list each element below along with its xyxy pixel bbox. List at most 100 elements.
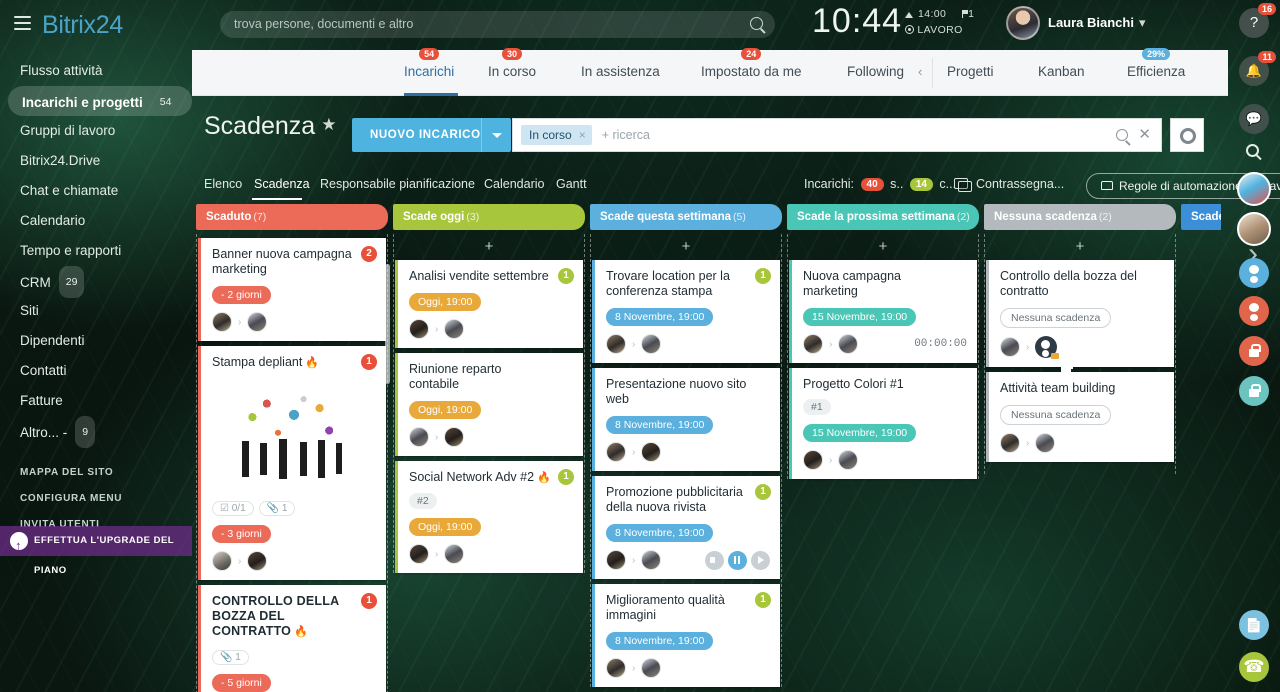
tab-incarichi[interactable]: Incarichi 54 xyxy=(404,48,454,79)
favorite-star-icon[interactable]: ★ xyxy=(321,115,336,134)
sidebar-item-11[interactable]: Fatture xyxy=(0,386,192,416)
task-card[interactable]: Nuova campagna marketing 15 Novembre, 19:… xyxy=(789,260,977,363)
kanban-column-partial[interactable]: Scade xyxy=(1181,204,1221,230)
task-creator-avatar[interactable] xyxy=(409,544,429,564)
task-creator-avatar[interactable] xyxy=(409,427,429,447)
task-card[interactable]: CONTROLLO DELLA BOZZA DEL CONTRATTO 🔥 1 📎 … xyxy=(198,585,386,692)
stop-timer-icon[interactable] xyxy=(705,550,724,570)
rail-lock-icon-teal[interactable] xyxy=(1239,376,1269,406)
view-gantt[interactable]: Gantt xyxy=(556,177,587,191)
task-creator-avatar[interactable] xyxy=(606,442,626,462)
settings-button[interactable] xyxy=(1170,118,1204,152)
upgrade-plan-button[interactable]: EFFETTUA L'UPGRADE DEL PIANO xyxy=(0,526,192,576)
rail-feedback-icon[interactable]: 📄 xyxy=(1239,610,1269,640)
global-search-input[interactable]: trova persone, documenti e altro xyxy=(220,11,775,38)
task-creator-avatar[interactable] xyxy=(1000,433,1020,453)
task-assignee-avatar[interactable] xyxy=(641,442,662,462)
filter-search-icon[interactable] xyxy=(1116,129,1129,141)
tab-impostato-da-me[interactable]: Impostato da me 24 xyxy=(701,48,802,79)
sidebar-item-7[interactable]: CRM 29 xyxy=(0,266,192,298)
sidebar-item-1[interactable]: Incarichi e progetti 54 xyxy=(8,86,193,116)
task-card[interactable]: Miglioramento qualità immagini 1 8 Novembr… xyxy=(592,584,780,687)
new-task-button[interactable]: NUOVO INCARICO xyxy=(352,118,499,152)
pause-timer-icon[interactable] xyxy=(728,550,747,570)
view-scadenza[interactable]: Scadenza xyxy=(254,177,310,191)
task-creator-avatar[interactable] xyxy=(1000,337,1020,357)
task-card[interactable]: Riunione reparto contabile Oggi, 19:00 › xyxy=(395,353,583,456)
kanban-column-header[interactable]: Scade la prossima settimana (2) xyxy=(787,204,979,230)
filter-search-placeholder[interactable]: + ricerca xyxy=(602,128,650,142)
task-assignee-avatar[interactable] xyxy=(444,319,465,339)
view-responsabile-pianificazione[interactable]: Responsabile pianificazione xyxy=(320,177,475,191)
filter-chip-in-corso[interactable]: In corso × xyxy=(521,125,592,145)
sidebar-link-1[interactable]: CONFIGURA MENU xyxy=(0,486,192,512)
tab-in-assistenza[interactable]: In assistenza xyxy=(581,64,660,79)
add-card-button[interactable]: + xyxy=(788,238,978,260)
rail-avatar-2[interactable] xyxy=(1237,212,1271,246)
task-assignee-avatar[interactable] xyxy=(1035,433,1056,453)
tab-in-corso[interactable]: In corso 30 xyxy=(488,48,536,79)
sidebar-item-2[interactable]: Gruppi di lavoro xyxy=(0,116,192,146)
flag-stack-icon[interactable] xyxy=(954,178,972,192)
flag-filter-label[interactable]: Contrassegna... xyxy=(976,177,1064,191)
task-assignee-avatar[interactable] xyxy=(641,334,662,354)
kanban-column-header[interactable]: Scade oggi (3) xyxy=(393,204,585,230)
add-card-button[interactable]: + xyxy=(985,238,1175,260)
task-card[interactable]: Promozione pubblicitaria della nuova riv… xyxy=(592,476,780,579)
tab-collapse-icon[interactable]: ‹ xyxy=(918,64,922,79)
user-avatar[interactable] xyxy=(1006,6,1040,40)
filter-clear-icon[interactable]: ✕ xyxy=(1138,127,1151,142)
column-scrollbar[interactable] xyxy=(385,264,390,384)
rail-person-icon-blue[interactable] xyxy=(1239,258,1269,288)
task-creator-avatar[interactable] xyxy=(409,319,429,339)
search-icon[interactable] xyxy=(750,17,763,30)
sidebar-item-12[interactable]: Altro... - 9 xyxy=(0,416,192,448)
rail-call-button[interactable]: ☎ xyxy=(1239,652,1269,682)
task-assignee-avatar[interactable] xyxy=(247,312,268,332)
view-elenco[interactable]: Elenco xyxy=(204,177,242,191)
kanban-column-header[interactable]: Scaduto (7) xyxy=(196,204,388,230)
kanban-column-header[interactable]: Scade questa settimana (5) xyxy=(590,204,782,230)
sidebar-item-3[interactable]: Bitrix24.Drive xyxy=(0,146,192,176)
rail-lock-icon-orange[interactable] xyxy=(1239,336,1269,366)
task-assignee-avatar[interactable] xyxy=(838,450,859,470)
sidebar-item-5[interactable]: Calendario xyxy=(0,206,192,236)
task-group-avatar[interactable] xyxy=(1035,336,1074,374)
sidebar-item-8[interactable]: Siti xyxy=(0,296,192,326)
task-creator-avatar[interactable] xyxy=(803,450,823,470)
task-attachment-preview[interactable] xyxy=(214,379,374,491)
sidebar-link-0[interactable]: MAPPA DEL SITO xyxy=(0,460,192,486)
sidebar-item-6[interactable]: Tempo e rapporti xyxy=(0,236,192,266)
new-task-dropdown-icon[interactable] xyxy=(481,118,511,152)
task-assignee-avatar[interactable] xyxy=(444,427,465,447)
filter-bar[interactable]: In corso × + ricerca ✕ xyxy=(512,118,1162,152)
task-card[interactable]: Social Network Adv #2 🔥 1 #2 Oggi, 19:00 › xyxy=(395,461,583,573)
chat-button[interactable]: 💬 xyxy=(1239,104,1269,134)
rail-person-icon-orange[interactable] xyxy=(1239,296,1269,326)
tab-efficienza[interactable]: Efficienza 29% xyxy=(1127,48,1185,79)
task-assignee-avatar[interactable] xyxy=(641,550,662,570)
task-creator-avatar[interactable] xyxy=(803,334,823,354)
rail-avatar-1[interactable] xyxy=(1237,172,1271,206)
task-card[interactable]: Banner nuova campagna marketing 2 - 2 gior… xyxy=(198,238,386,341)
user-menu[interactable]: Laura Bianchi ▾ xyxy=(1048,15,1146,31)
tab-following[interactable]: Following xyxy=(847,64,904,79)
task-tag[interactable]: #2 xyxy=(409,493,437,509)
task-creator-avatar[interactable] xyxy=(212,551,232,571)
task-assignee-avatar[interactable] xyxy=(838,334,859,354)
task-creator-avatar[interactable] xyxy=(606,658,626,678)
counter-green-badge[interactable]: 14 xyxy=(909,178,933,191)
notifications-button[interactable]: 🔔 11 xyxy=(1239,51,1276,86)
view-calendario[interactable]: Calendario xyxy=(484,177,544,191)
task-card[interactable]: Presentazione nuovo sito web 8 Novembre, … xyxy=(592,368,780,471)
sidebar-item-0[interactable]: Flusso attività xyxy=(0,56,192,86)
task-card[interactable]: Analisi vendite settembre 1 Oggi, 19:00 › xyxy=(395,260,583,348)
task-creator-avatar[interactable] xyxy=(606,550,626,570)
task-creator-avatar[interactable] xyxy=(212,312,232,332)
task-card[interactable]: Trovare location per la conferenza stamp… xyxy=(592,260,780,363)
counter-red-badge[interactable]: 40 xyxy=(860,178,884,191)
task-card[interactable]: Stampa depliant 🔥 1 ☑ 0/1 📎 1 - 3 giorni › xyxy=(198,346,386,580)
task-assignee-avatar[interactable] xyxy=(247,551,268,571)
task-card[interactable]: Progetto Colori #1 #1 15 Novembre, 19:00 › xyxy=(789,368,977,479)
close-icon[interactable]: × xyxy=(579,128,586,142)
